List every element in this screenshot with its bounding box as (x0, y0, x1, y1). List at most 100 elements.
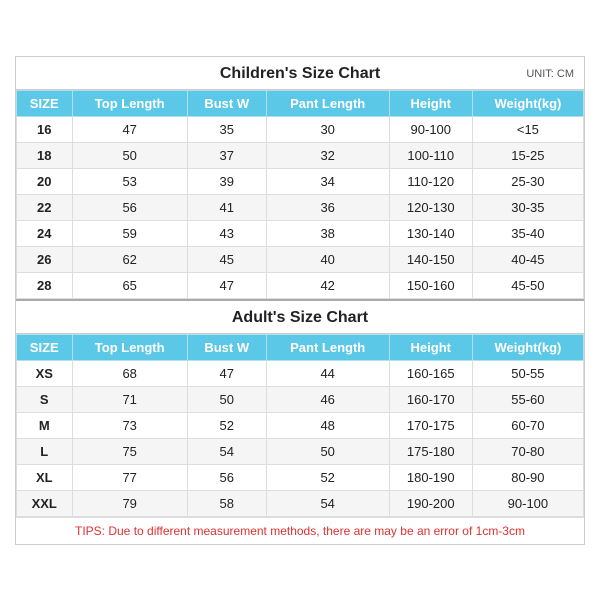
child-top-length-cell: 56 (72, 194, 187, 220)
adult-pant-length-cell: 46 (266, 386, 389, 412)
children-table-row: 22 56 41 36 120-130 30-35 (17, 194, 584, 220)
adult-title: Adult's Size Chart (232, 309, 368, 327)
children-table-row: 20 53 39 34 110-120 25-30 (17, 168, 584, 194)
adult-size-cell: L (17, 438, 73, 464)
adult-weight-cell: 80-90 (472, 464, 583, 490)
adult-table-row: XXL 79 58 54 190-200 90-100 (17, 490, 584, 516)
adult-weight-cell: 90-100 (472, 490, 583, 516)
child-top-length-cell: 50 (72, 142, 187, 168)
children-table-row: 28 65 47 42 150-160 45-50 (17, 272, 584, 298)
size-chart: Children's Size Chart UNIT: CM SIZE Top … (15, 56, 585, 545)
child-bust-w-cell: 41 (187, 194, 266, 220)
tips-row: TIPS: Due to different measurement metho… (16, 517, 584, 544)
adult-top-length-cell: 79 (72, 490, 187, 516)
child-bust-w-cell: 43 (187, 220, 266, 246)
children-table-row: 18 50 37 32 100-110 15-25 (17, 142, 584, 168)
col-header-bust-w: Bust W (187, 90, 266, 116)
adult-pant-length-cell: 48 (266, 412, 389, 438)
adult-size-cell: XS (17, 360, 73, 386)
col-header-height: Height (389, 90, 472, 116)
adult-top-length-cell: 71 (72, 386, 187, 412)
adult-height-cell: 160-170 (389, 386, 472, 412)
adult-weight-cell: 55-60 (472, 386, 583, 412)
adult-table-row: XS 68 47 44 160-165 50-55 (17, 360, 584, 386)
adult-col-header-weight: Weight(kg) (472, 334, 583, 360)
adult-pant-length-cell: 44 (266, 360, 389, 386)
adult-table-row: S 71 50 46 160-170 55-60 (17, 386, 584, 412)
adult-top-length-cell: 68 (72, 360, 187, 386)
adult-pant-length-cell: 50 (266, 438, 389, 464)
child-height-cell: 100-110 (389, 142, 472, 168)
adult-table: SIZE Top Length Bust W Pant Length Heigh… (16, 334, 584, 517)
adult-col-header-pant-length: Pant Length (266, 334, 389, 360)
adult-title-row: Adult's Size Chart (16, 299, 584, 334)
child-size-cell: 26 (17, 246, 73, 272)
adult-bust-w-cell: 50 (187, 386, 266, 412)
adult-col-header-size: SIZE (17, 334, 73, 360)
children-table: SIZE Top Length Bust W Pant Length Heigh… (16, 90, 584, 299)
adult-bust-w-cell: 58 (187, 490, 266, 516)
child-pant-length-cell: 38 (266, 220, 389, 246)
child-size-cell: 18 (17, 142, 73, 168)
child-pant-length-cell: 34 (266, 168, 389, 194)
adult-table-row: XL 77 56 52 180-190 80-90 (17, 464, 584, 490)
adult-size-cell: XXL (17, 490, 73, 516)
child-weight-cell: 30-35 (472, 194, 583, 220)
adult-size-cell: XL (17, 464, 73, 490)
child-height-cell: 140-150 (389, 246, 472, 272)
children-table-row: 16 47 35 30 90-100 <15 (17, 116, 584, 142)
child-top-length-cell: 65 (72, 272, 187, 298)
child-size-cell: 28 (17, 272, 73, 298)
child-top-length-cell: 62 (72, 246, 187, 272)
children-title-row: Children's Size Chart UNIT: CM (16, 57, 584, 90)
children-table-row: 24 59 43 38 130-140 35-40 (17, 220, 584, 246)
child-height-cell: 130-140 (389, 220, 472, 246)
child-top-length-cell: 53 (72, 168, 187, 194)
adult-top-length-cell: 75 (72, 438, 187, 464)
adult-bust-w-cell: 47 (187, 360, 266, 386)
adult-height-cell: 170-175 (389, 412, 472, 438)
adult-height-cell: 180-190 (389, 464, 472, 490)
col-header-weight: Weight(kg) (472, 90, 583, 116)
adult-pant-length-cell: 54 (266, 490, 389, 516)
child-bust-w-cell: 47 (187, 272, 266, 298)
child-weight-cell: <15 (472, 116, 583, 142)
adult-weight-cell: 60-70 (472, 412, 583, 438)
child-weight-cell: 35-40 (472, 220, 583, 246)
adult-header-row: SIZE Top Length Bust W Pant Length Heigh… (17, 334, 584, 360)
children-title: Children's Size Chart (220, 65, 380, 83)
child-weight-cell: 15-25 (472, 142, 583, 168)
children-header-row: SIZE Top Length Bust W Pant Length Heigh… (17, 90, 584, 116)
adult-col-header-bust-w: Bust W (187, 334, 266, 360)
child-bust-w-cell: 39 (187, 168, 266, 194)
child-height-cell: 150-160 (389, 272, 472, 298)
adult-col-header-height: Height (389, 334, 472, 360)
col-header-top-length: Top Length (72, 90, 187, 116)
tips-text: TIPS: Due to different measurement metho… (75, 524, 525, 538)
child-weight-cell: 40-45 (472, 246, 583, 272)
adult-height-cell: 175-180 (389, 438, 472, 464)
child-height-cell: 110-120 (389, 168, 472, 194)
child-weight-cell: 45-50 (472, 272, 583, 298)
adult-table-row: M 73 52 48 170-175 60-70 (17, 412, 584, 438)
adult-bust-w-cell: 54 (187, 438, 266, 464)
unit-label: UNIT: CM (526, 68, 574, 80)
adult-weight-cell: 50-55 (472, 360, 583, 386)
adult-bust-w-cell: 56 (187, 464, 266, 490)
adult-top-length-cell: 73 (72, 412, 187, 438)
adult-height-cell: 190-200 (389, 490, 472, 516)
child-size-cell: 16 (17, 116, 73, 142)
child-bust-w-cell: 45 (187, 246, 266, 272)
adult-col-header-top-length: Top Length (72, 334, 187, 360)
adult-bust-w-cell: 52 (187, 412, 266, 438)
col-header-pant-length: Pant Length (266, 90, 389, 116)
child-pant-length-cell: 36 (266, 194, 389, 220)
child-bust-w-cell: 35 (187, 116, 266, 142)
adult-top-length-cell: 77 (72, 464, 187, 490)
child-pant-length-cell: 40 (266, 246, 389, 272)
child-top-length-cell: 59 (72, 220, 187, 246)
child-size-cell: 20 (17, 168, 73, 194)
children-table-row: 26 62 45 40 140-150 40-45 (17, 246, 584, 272)
child-pant-length-cell: 30 (266, 116, 389, 142)
child-weight-cell: 25-30 (472, 168, 583, 194)
